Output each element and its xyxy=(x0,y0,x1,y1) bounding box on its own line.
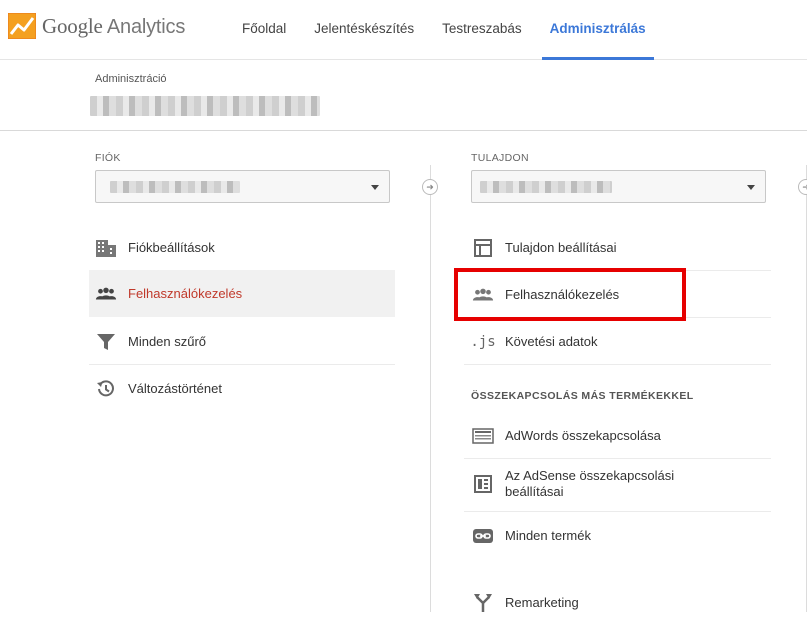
chevron-down-icon xyxy=(371,185,379,190)
column-divider xyxy=(430,165,431,612)
arrow-right-icon: ➜ xyxy=(422,179,438,195)
adsense-icon xyxy=(472,473,494,495)
change-history-label: Változástörténet xyxy=(128,381,222,396)
remarketing-item[interactable]: Remarketing xyxy=(464,580,771,624)
adsense-linking-item[interactable]: Az AdSense összekapcsolási beállításai xyxy=(464,459,771,509)
redacted-account-name xyxy=(90,96,320,116)
account-user-management-item[interactable]: Felhasználókezelés xyxy=(89,270,395,317)
redacted-property-value xyxy=(480,181,612,193)
account-user-management-label: Felhasználókezelés xyxy=(128,286,243,301)
users-icon xyxy=(95,283,117,305)
product-linking-section-label: ÖSSZEKAPCSOLÁS MÁS TERMÉKEKKEL xyxy=(471,390,694,402)
nav-customization[interactable]: Testreszabás xyxy=(428,0,536,60)
js-icon: .js xyxy=(470,333,496,350)
property-column-label: TULAJDON xyxy=(471,152,529,164)
adsense-linking-label: Az AdSense összekapcsolási beállításai xyxy=(505,468,675,499)
layout-icon xyxy=(472,237,494,259)
account-settings-item[interactable]: Fiókbeállítások xyxy=(89,224,395,271)
logo-google-text: Google xyxy=(42,13,103,38)
fork-icon xyxy=(472,591,494,613)
main-nav: Főoldal Jelentéskészítés Testreszabás Ad… xyxy=(228,0,660,60)
all-filters-item[interactable]: Minden szűrő xyxy=(89,318,395,365)
property-settings-label: Tulajdon beállításai xyxy=(505,240,617,255)
filter-icon xyxy=(95,331,117,353)
building-icon xyxy=(95,237,117,259)
account-column-label: FIÓK xyxy=(95,152,121,164)
analytics-logo-icon xyxy=(8,13,36,39)
property-select[interactable] xyxy=(471,170,766,203)
link-icon xyxy=(472,525,494,547)
breadcrumb: Adminisztráció xyxy=(95,73,167,85)
adwords-linking-label: AdWords összekapcsolása xyxy=(505,428,661,443)
all-products-label: Minden termék xyxy=(505,528,591,543)
redacted-account-value xyxy=(110,181,240,193)
nav-reporting[interactable]: Jelentéskészítés xyxy=(300,0,428,60)
arrow-right-icon: ➜ xyxy=(798,179,807,195)
chevron-down-icon xyxy=(747,185,755,190)
history-icon xyxy=(95,378,117,400)
highlight-box xyxy=(454,268,686,321)
separator xyxy=(464,364,771,365)
change-history-item[interactable]: Változástörténet xyxy=(89,365,395,412)
tracking-info-item[interactable]: .js Követési adatok xyxy=(464,318,771,365)
logo-text: Google Analytics xyxy=(42,14,185,39)
nav-home[interactable]: Főoldal xyxy=(228,0,300,60)
top-bar: Google Analytics Főoldal Jelentéskészíté… xyxy=(0,0,807,60)
header-divider xyxy=(0,130,807,131)
nav-admin[interactable]: Adminisztrálás xyxy=(536,0,660,60)
remarketing-label: Remarketing xyxy=(505,594,579,610)
all-products-item[interactable]: Minden termék xyxy=(464,512,771,559)
adwords-icon xyxy=(472,425,494,447)
adwords-linking-item[interactable]: AdWords összekapcsolása xyxy=(464,412,771,459)
account-select[interactable] xyxy=(95,170,390,203)
logo-analytics-text: Analytics xyxy=(106,15,186,38)
account-settings-label: Fiókbeállítások xyxy=(128,240,215,255)
google-analytics-logo[interactable]: Google Analytics xyxy=(8,13,185,39)
property-settings-item[interactable]: Tulajdon beállításai xyxy=(464,224,771,271)
all-filters-label: Minden szűrő xyxy=(128,334,207,349)
tracking-info-label: Követési adatok xyxy=(505,334,598,349)
